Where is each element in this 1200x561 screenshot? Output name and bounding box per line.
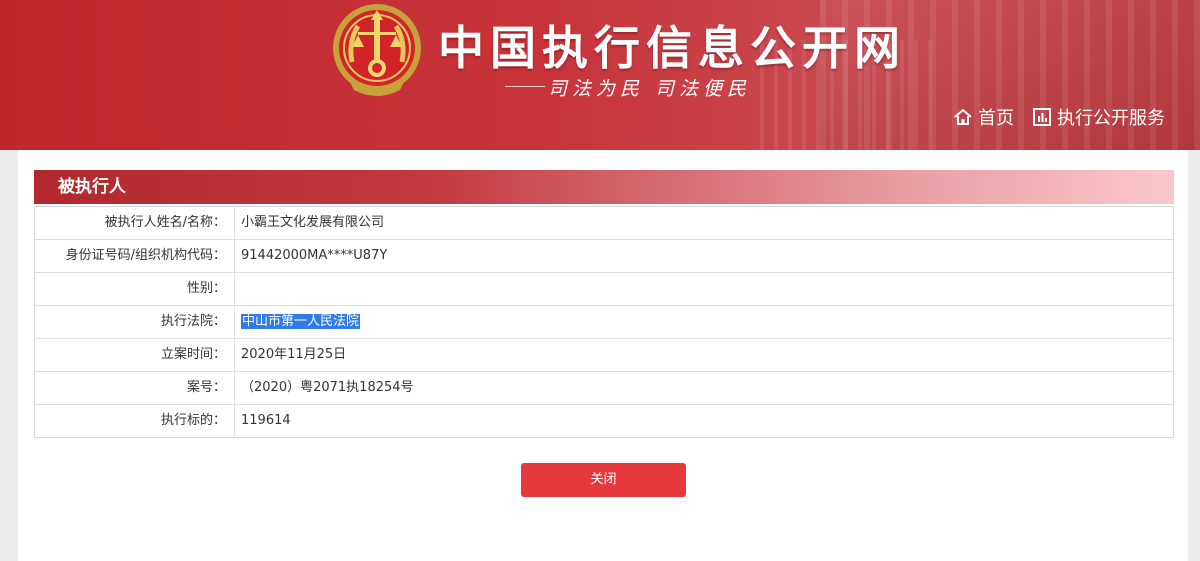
- nav-execution-service[interactable]: 执行公开服务: [1032, 104, 1165, 130]
- site-title: 中国执行信息公开网: [438, 21, 906, 75]
- detail-card: 被执行人 被执行人姓名/名称： 小霸王文化发展有限公司 身份证号码/组织机构代码…: [18, 150, 1188, 561]
- table-row: 执行法院： 中山市第一人民法院: [35, 306, 1173, 339]
- section-title: 被执行人: [34, 170, 1174, 204]
- site-header: 中国执行信息公开网 司法为民 司法便民 首页 执行公开服务: [0, 0, 1200, 150]
- row-label: 执行标的：: [35, 405, 235, 437]
- row-value: 小霸王文化发展有限公司: [241, 215, 385, 230]
- row-value: 2020年11月25日: [241, 347, 347, 362]
- nav-home-label: 首页: [978, 108, 1014, 129]
- row-label: 性别：: [35, 273, 235, 305]
- row-label: 被执行人姓名/名称：: [35, 207, 235, 239]
- home-icon: [954, 109, 972, 125]
- row-value: 91442000MA****U87Y: [241, 248, 388, 263]
- chart-icon: [1033, 108, 1051, 126]
- table-row: 立案时间： 2020年11月25日: [35, 339, 1173, 372]
- row-value: [235, 273, 1173, 305]
- slogan-divider: [505, 86, 545, 87]
- row-label: 案号：: [35, 372, 235, 404]
- table-row: 性别：: [35, 273, 1173, 306]
- row-label: 执行法院：: [35, 306, 235, 338]
- court-emblem-icon: [333, 4, 421, 96]
- table-row: 执行标的： 119614: [35, 405, 1173, 437]
- row-value: 中山市第一人民法院: [235, 306, 1173, 338]
- info-table: 被执行人姓名/名称： 小霸王文化发展有限公司 身份证号码/组织机构代码： 914…: [34, 206, 1174, 438]
- nav-execution-service-label: 执行公开服务: [1057, 108, 1165, 129]
- table-row: 身份证号码/组织机构代码： 91442000MA****U87Y: [35, 240, 1173, 273]
- nav-home[interactable]: 首页: [953, 104, 1014, 130]
- table-row: 被执行人姓名/名称： 小霸王文化发展有限公司: [35, 207, 1173, 240]
- row-label: 立案时间：: [35, 339, 235, 371]
- table-row: 案号： （2020）粤2071执18254号: [35, 372, 1173, 405]
- close-button[interactable]: 关闭: [521, 463, 686, 497]
- selected-text: 中山市第一人民法院: [241, 314, 361, 329]
- row-value: 119614: [241, 413, 291, 428]
- site-slogan: 司法为民 司法便民: [548, 78, 752, 100]
- row-label: 身份证号码/组织机构代码：: [35, 240, 235, 272]
- top-nav: 首页 执行公开服务: [953, 104, 1165, 130]
- row-value: （2020）粤2071执18254号: [241, 380, 414, 395]
